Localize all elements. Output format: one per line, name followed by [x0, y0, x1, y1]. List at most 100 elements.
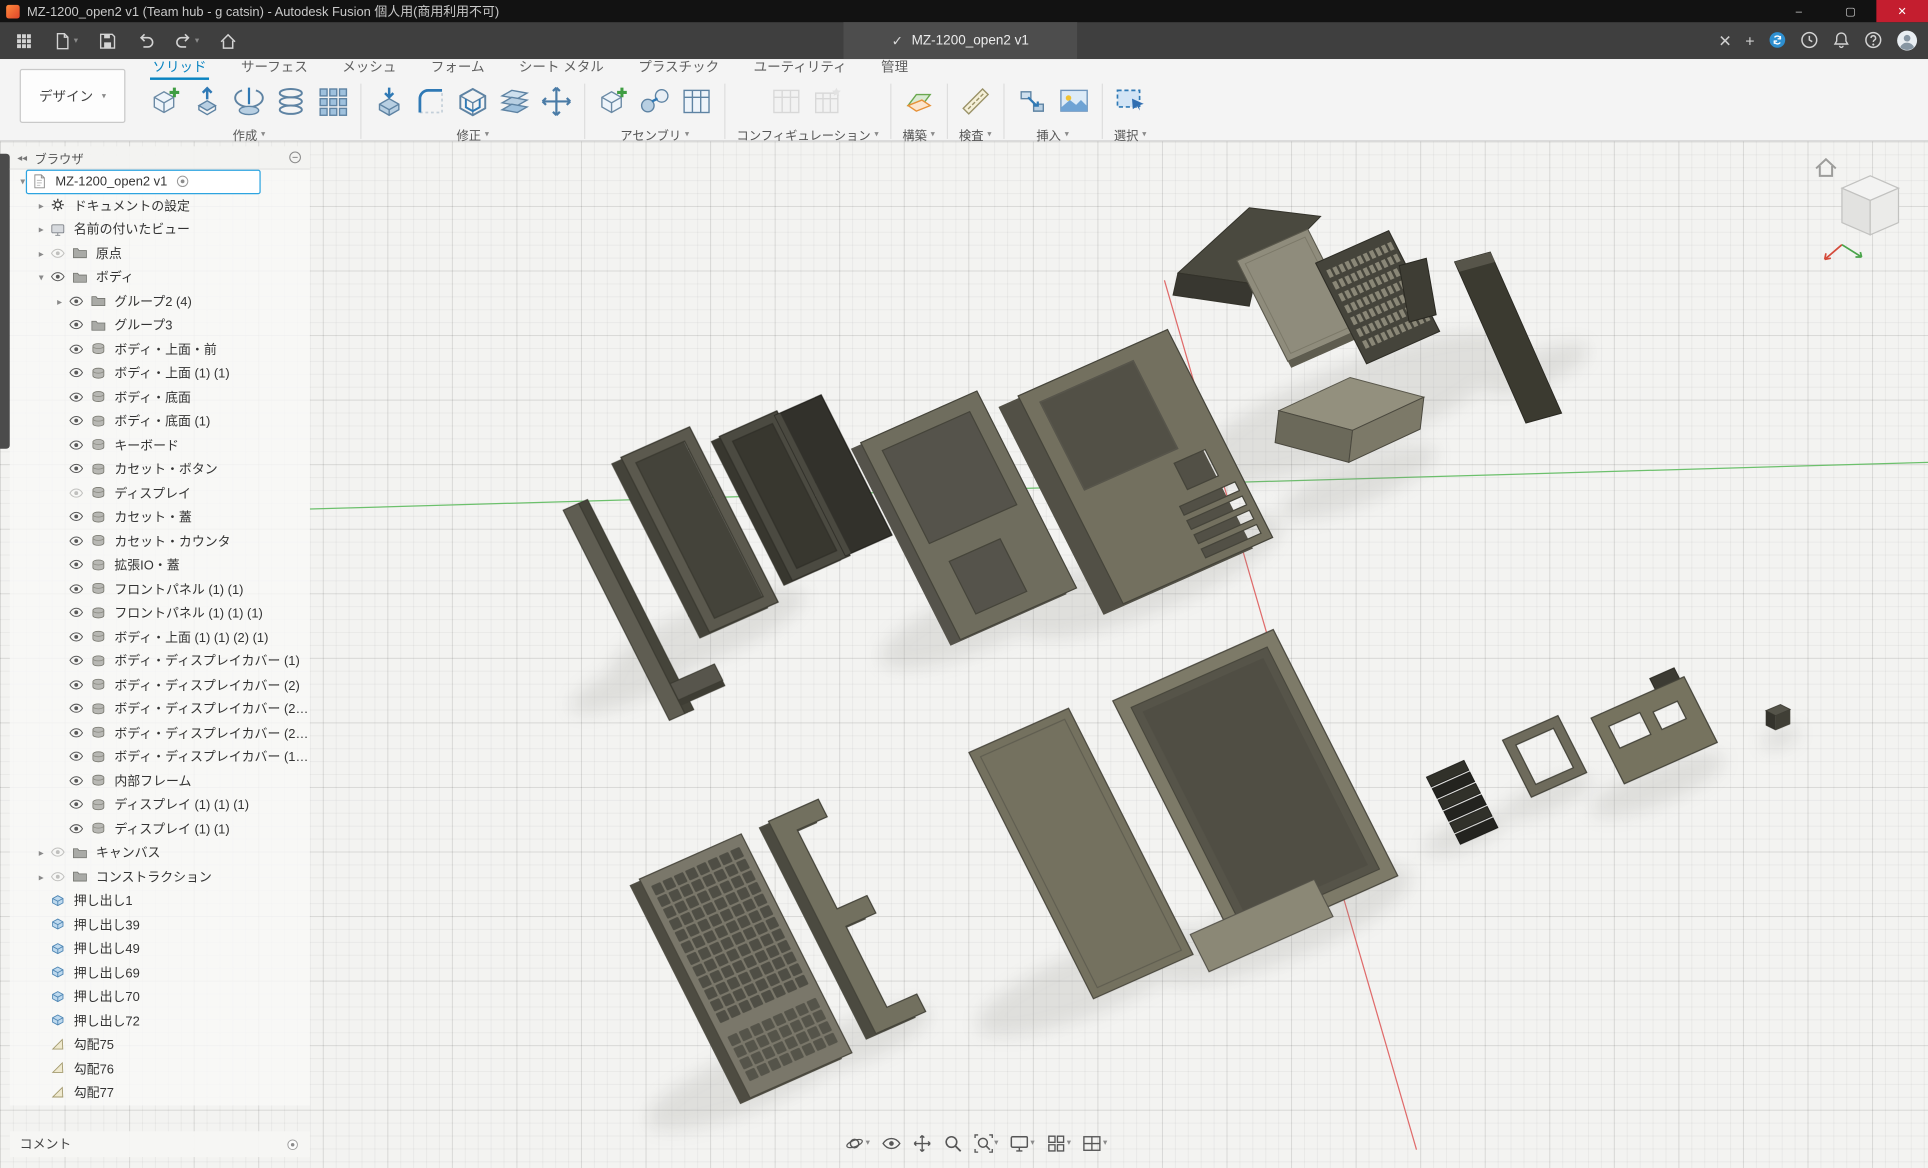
visibility-eye-icon[interactable]: [68, 725, 88, 741]
browser-item[interactable]: ▾ボディ: [10, 266, 310, 290]
visibility-eye-icon[interactable]: [68, 294, 88, 310]
browser-item[interactable]: フロントパネル (1) (1): [10, 577, 310, 601]
minimize-button[interactable]: –: [1773, 0, 1825, 22]
browser-item[interactable]: ボディ・ディスプレイカバー (2) (1) (1): [10, 721, 310, 745]
document-tab[interactable]: ✓ MZ-1200_open2 v1: [844, 22, 1078, 59]
visibility-eye-icon[interactable]: [68, 773, 88, 789]
browser-item[interactable]: 押し出し70: [10, 985, 310, 1009]
jointTool-button[interactable]: [638, 85, 671, 118]
save-button[interactable]: [88, 22, 126, 59]
expander-icon[interactable]: ▸: [52, 296, 68, 307]
newComponent-button[interactable]: [596, 85, 629, 118]
ribbon-tab-4[interactable]: シート メタル: [516, 57, 606, 80]
browser-item[interactable]: カセット・ボタン: [10, 457, 310, 481]
viewcube-cube[interactable]: [1842, 176, 1899, 235]
toolbar-group-label[interactable]: 検査▾: [959, 125, 992, 143]
visibility-eye-icon[interactable]: [68, 533, 88, 549]
browser-item[interactable]: 押し出し72: [10, 1009, 310, 1033]
notifications-button[interactable]: [1832, 30, 1850, 52]
deriveTool-button[interactable]: [1015, 85, 1048, 118]
visibility-eye-icon[interactable]: [68, 318, 88, 334]
browser-item[interactable]: 勾配76: [10, 1057, 310, 1081]
canvas-grid[interactable]: ◂◂ ブラウザ ▾MZ-1200_open2 v1▸ドキュメントの設定▸名前の付…: [0, 141, 1928, 1168]
visibility-eye-icon[interactable]: [68, 677, 88, 693]
part-bellows-stack[interactable]: [1426, 760, 1498, 844]
browser-item[interactable]: 拡張IO・蓋: [10, 553, 310, 577]
toolbar-group-label[interactable]: 作成▾: [233, 125, 266, 143]
ribbon-tab-1[interactable]: サーフェス: [239, 57, 311, 80]
visibility-eye-icon[interactable]: [68, 461, 88, 477]
browser-item[interactable]: フロントパネル (1) (1) (1): [10, 601, 310, 625]
zoom-button[interactable]: [939, 1131, 966, 1156]
workspace-switcher[interactable]: デザイン ▾: [20, 69, 126, 123]
visibility-eye-icon[interactable]: [68, 365, 88, 381]
toolbar-group-label[interactable]: アセンブリ▾: [620, 125, 689, 143]
visibility-eye-icon[interactable]: [68, 581, 88, 597]
show-data-panel-button[interactable]: [5, 22, 43, 59]
visibility-eye-icon[interactable]: [68, 797, 88, 813]
ribbon-tab-3[interactable]: フォーム: [428, 57, 487, 80]
browser-item[interactable]: ディスプレイ (1) (1): [10, 817, 310, 841]
expander-icon[interactable]: ▸: [33, 847, 49, 858]
selectTool-button[interactable]: [1114, 85, 1147, 118]
pan-button[interactable]: [908, 1131, 935, 1156]
visibility-eye-icon[interactable]: [49, 869, 69, 885]
browser-item[interactable]: ▸ドキュメントの設定: [10, 194, 310, 218]
patternTool-button[interactable]: [316, 85, 349, 118]
toolbar-group-label[interactable]: 構築▾: [902, 125, 935, 143]
file-menu-button[interactable]: ▾: [43, 22, 88, 59]
visibility-eye-icon[interactable]: [68, 629, 88, 645]
expander-icon[interactable]: ▸: [33, 871, 49, 882]
visibility-eye-icon[interactable]: [68, 701, 88, 717]
browser-item[interactable]: 内部フレーム: [10, 769, 310, 793]
configTable-button[interactable]: [770, 85, 803, 118]
measureTool-button[interactable]: [959, 85, 992, 118]
browser-item[interactable]: ボディ・底面 (1): [10, 409, 310, 433]
revolveTool-button[interactable]: [232, 85, 265, 118]
coilTool-button[interactable]: [274, 85, 307, 118]
browser-item[interactable]: ▸キャンバス: [10, 841, 310, 865]
browser-item[interactable]: カセット・カウンタ: [10, 529, 310, 553]
new-document-tab-button[interactable]: +: [1745, 33, 1754, 49]
browser-item[interactable]: ボディ・ディスプレイカバー (2): [10, 673, 310, 697]
redo-button[interactable]: ▾: [164, 22, 209, 59]
visibility-eye-icon[interactable]: [68, 342, 88, 358]
visibility-eye-icon[interactable]: [68, 485, 88, 501]
visibility-eye-icon[interactable]: [68, 437, 88, 453]
visibility-eye-icon[interactable]: [68, 557, 88, 573]
visibility-eye-icon[interactable]: [49, 845, 69, 861]
expander-icon[interactable]: ▾: [15, 176, 31, 187]
expander-icon[interactable]: ▸: [33, 200, 49, 211]
toolbar-group-label[interactable]: 挿入▾: [1036, 125, 1069, 143]
imageTool-button[interactable]: [1057, 85, 1090, 118]
newComponent-button[interactable]: [149, 85, 182, 118]
display-settings-button[interactable]: ▾: [1006, 1131, 1039, 1156]
visibility-eye-icon[interactable]: [68, 749, 88, 765]
help-button[interactable]: [1864, 30, 1882, 52]
filletTool-button[interactable]: [414, 85, 447, 118]
browser-item[interactable]: キーボード: [10, 433, 310, 457]
planeTool-button[interactable]: [902, 85, 935, 118]
visibility-eye-icon[interactable]: [68, 389, 88, 405]
comments-bar[interactable]: コメント: [10, 1131, 310, 1157]
data-panel-collapsed-strip[interactable]: [0, 154, 10, 449]
moveTool-button[interactable]: [540, 85, 573, 118]
browser-item[interactable]: ボディ・上面・前: [10, 338, 310, 362]
expander-icon[interactable]: ▸: [33, 224, 49, 235]
browser-item[interactable]: ボディ・ディスプレイカバー (2) (1): [10, 697, 310, 721]
view-cube[interactable]: [1810, 149, 1923, 277]
browser-item[interactable]: 押し出し49: [10, 937, 310, 961]
browser-item[interactable]: 押し出し69: [10, 961, 310, 985]
visibility-eye-icon[interactable]: [68, 821, 88, 837]
browser-item[interactable]: グループ3: [10, 314, 310, 338]
expand-comments-icon[interactable]: [285, 1137, 300, 1152]
browser-item[interactable]: ▸名前の付いたビュー: [10, 218, 310, 242]
ribbon-tab-7[interactable]: 管理: [879, 57, 911, 80]
browser-item[interactable]: カセット・蓋: [10, 505, 310, 529]
extrudeTool-button[interactable]: [191, 85, 224, 118]
toolbar-group-label[interactable]: 修正▾: [456, 125, 489, 143]
look-at-button[interactable]: [877, 1131, 904, 1156]
browser-item[interactable]: 押し出し39: [10, 913, 310, 937]
close-button[interactable]: ✕: [1876, 0, 1928, 22]
ribbon-tab-2[interactable]: メッシュ: [340, 57, 399, 80]
